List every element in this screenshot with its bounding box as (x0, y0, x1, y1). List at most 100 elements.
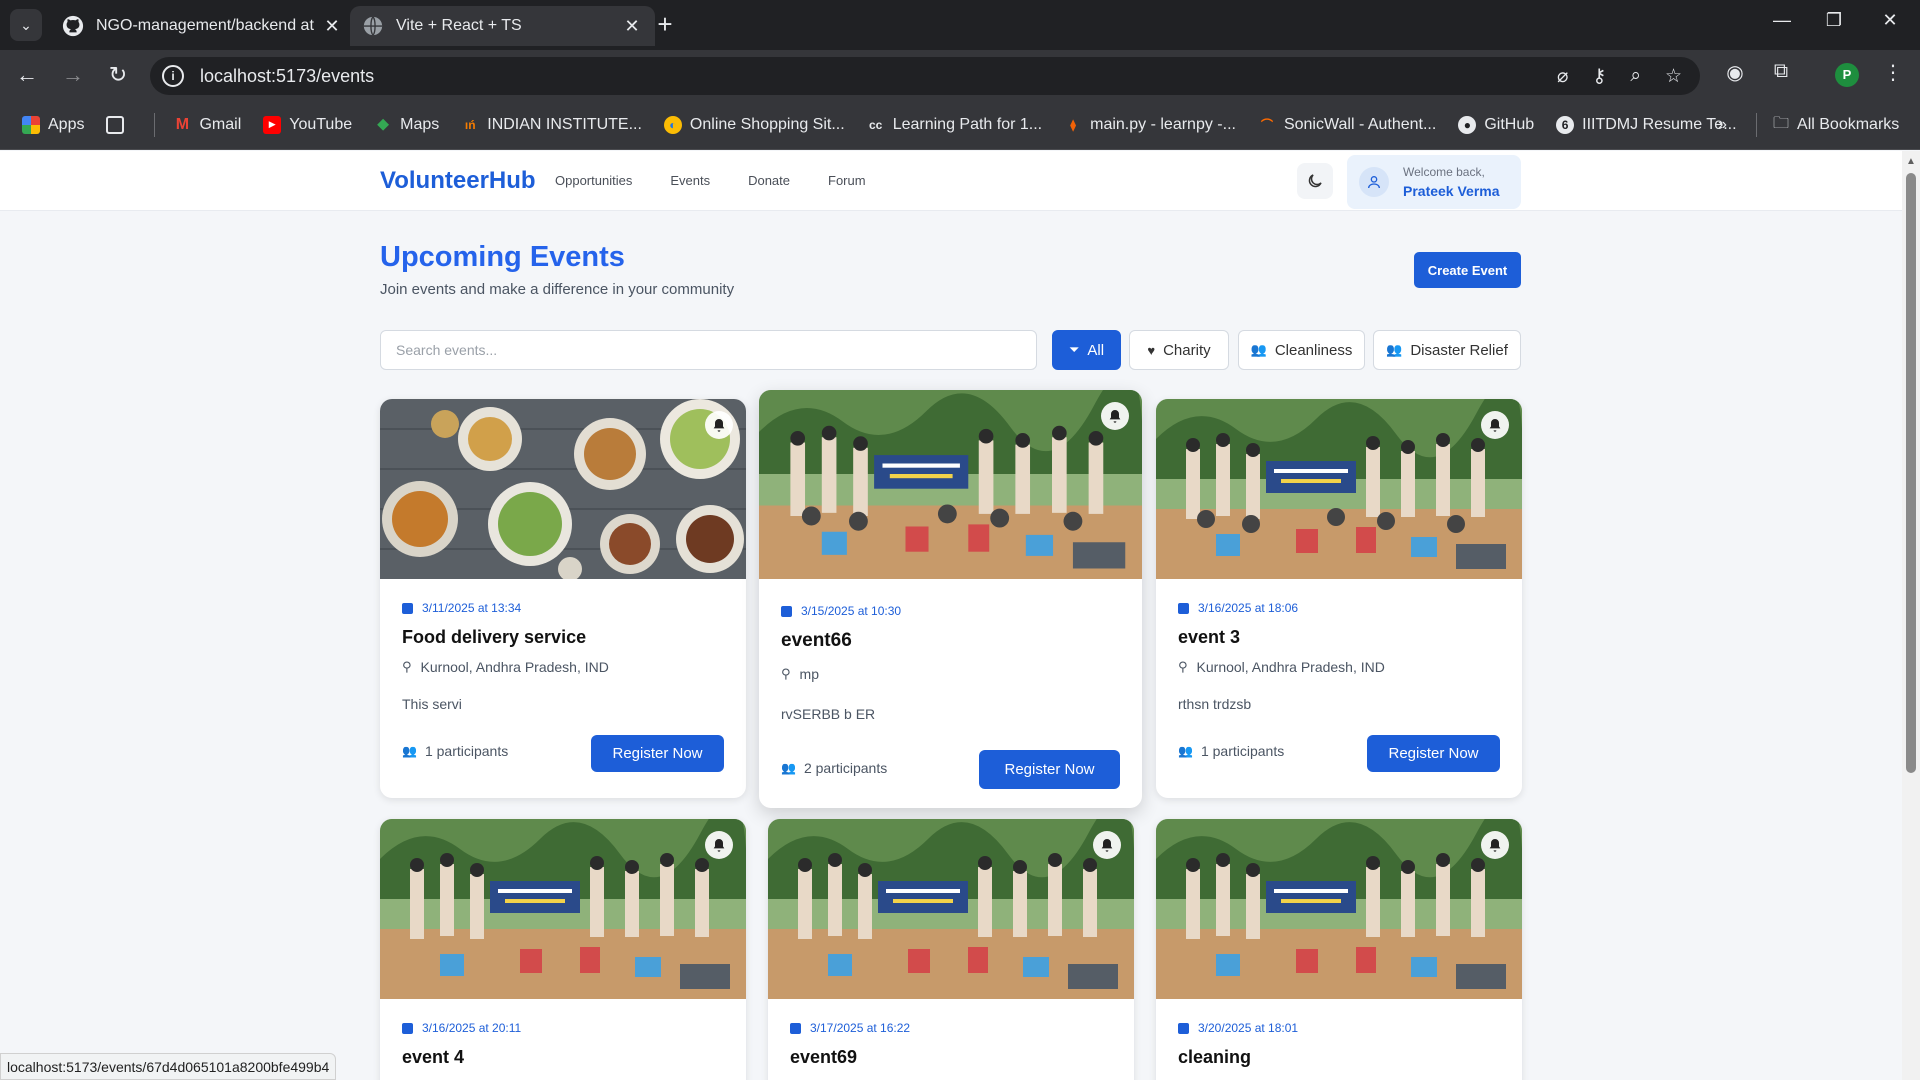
event-card[interactable]: 3/11/2025 at 13:34 Food delivery service… (380, 399, 746, 798)
address-bar[interactable]: i localhost:5173/events ⌀ ⚷ ⌕ ☆ (150, 57, 1700, 95)
event-card[interactable]: 3/15/2025 at 10:30 event66 ⚲ mp rvSERBB b… (759, 390, 1142, 808)
users-icon: 👥 (402, 744, 417, 758)
close-tab-icon[interactable]: ✕ (321, 16, 343, 37)
event-card[interactable]: 3/17/2025 at 16:22 event69 (768, 819, 1134, 1080)
extensions-icon[interactable]: ⧉ (1766, 60, 1796, 83)
bookmark-institute[interactable]: ıń INDIAN INSTITUTE... (461, 116, 642, 134)
calendar-icon (1178, 1022, 1189, 1034)
new-tab-button[interactable]: + (650, 10, 680, 40)
calendar-icon (781, 605, 792, 617)
bell-icon[interactable] (1101, 402, 1129, 430)
url-text: localhost:5173/events (200, 65, 375, 86)
scroll-thumb[interactable] (1906, 173, 1916, 773)
forward-arrow-icon[interactable]: → (58, 60, 88, 90)
menu-kebab-icon[interactable]: ⋮ (1878, 60, 1908, 85)
event-image-food (380, 399, 746, 579)
bookmark-label: Online Shopping Sit... (689, 115, 845, 133)
event-location-text: mp (799, 666, 819, 682)
close-window-icon[interactable]: ✕ (1870, 10, 1910, 31)
event-date: 3/16/2025 at 18:06 (1178, 601, 1298, 615)
all-bookmarks-label: All Bookmarks (1797, 116, 1900, 133)
location-off-icon[interactable]: ⌀ (1557, 65, 1568, 88)
bookmark-label: SonicWall - Authent... (1283, 115, 1437, 133)
close-tab-icon[interactable]: ✕ (621, 16, 643, 37)
bookmark-label: Gmail (199, 115, 242, 133)
maps-icon: ⬥ (377, 115, 389, 133)
event-description: rthsn trdzsb (1178, 696, 1252, 712)
filter-charity-button[interactable]: ♥ Charity (1129, 330, 1229, 370)
bell-icon[interactable] (1093, 831, 1121, 859)
bookmark-apps[interactable]: Apps (22, 115, 84, 134)
filter-cleanliness-button[interactable]: 👥 Cleanliness (1238, 330, 1365, 370)
map-pin-icon: ⚲ (402, 659, 412, 674)
bookmark-github[interactable]: ● GitHub (1458, 115, 1534, 134)
more-bookmarks-chevron-icon[interactable]: » (1718, 100, 1727, 150)
bell-icon[interactable] (705, 411, 733, 439)
event-card[interactable]: 3/16/2025 at 20:11 event 4 (380, 819, 746, 1080)
github-icon: ● (1458, 115, 1477, 134)
event-card[interactable]: 3/16/2025 at 18:06 event 3 ⚲ Kurnool, And… (1156, 399, 1522, 798)
event-title: event 4 (402, 1047, 465, 1067)
bookmark-label: Learning Path for 1... (892, 115, 1043, 133)
bookmark-grid[interactable] (106, 115, 132, 134)
search-input[interactable] (380, 330, 1037, 370)
logo[interactable]: VolunteerHub (380, 167, 536, 195)
nav-opportunities[interactable]: Opportunities (555, 173, 632, 188)
event-card[interactable]: 3/20/2025 at 18:01 cleaning (1156, 819, 1522, 1080)
register-now-button[interactable]: Register Now (979, 750, 1120, 789)
filter-icon: ⏷ (1068, 342, 1080, 357)
event-title: event69 (790, 1047, 858, 1067)
key-icon[interactable]: ⚷ (1592, 65, 1606, 88)
zoom-icon[interactable]: ⌕ (1630, 65, 1641, 88)
bookmark-shopping[interactable]: ◐ Online Shopping Sit... (663, 115, 845, 134)
page-content: VolunteerHub Opportunities Events Donate… (0, 151, 1902, 1080)
browser-tab-vite[interactable]: Vite + React + TS ✕ (350, 6, 655, 46)
bookmark-resume[interactable]: 6 IIITDMJ Resume Te... (1556, 115, 1737, 134)
event-date: 3/20/2025 at 18:01 (1178, 1021, 1298, 1035)
bookmarks-bar: Apps M Gmail ▶ YouTube ⬥ Maps ıń INDIAN … (0, 100, 1920, 150)
bell-icon[interactable] (1481, 831, 1509, 859)
bookmark-star-icon[interactable]: ☆ (1665, 65, 1682, 88)
filter-disaster-relief-button[interactable]: 👥 Disaster Relief (1373, 330, 1521, 370)
replit-icon: ⧫ (1070, 117, 1077, 132)
bookmark-sonicwall[interactable]: ⌒ SonicWall - Authent... (1258, 116, 1436, 134)
bookmark-learning[interactable]: cc Learning Path for 1... (867, 116, 1042, 134)
tab-title: Vite + React + TS (396, 17, 522, 34)
screenshot-camera-icon[interactable]: ◉ (1720, 60, 1750, 85)
bookmark-label: YouTube (289, 115, 353, 133)
profile-avatar[interactable]: P (1835, 63, 1859, 87)
nav-events[interactable]: Events (670, 173, 710, 188)
event-image-camp (1156, 819, 1522, 999)
bookmark-label: IIITDMJ Resume Te... (1582, 115, 1737, 133)
nav-forum[interactable]: Forum (828, 173, 866, 188)
bookmark-maps[interactable]: ⬥ Maps (374, 115, 440, 134)
restore-icon[interactable]: ❐ (1814, 10, 1854, 31)
calendar-icon (402, 602, 413, 614)
site-info-icon[interactable]: i (162, 65, 184, 87)
tab-title: NGO-management/backend at (96, 17, 314, 34)
tab-search-chevron-icon[interactable]: ⌄ (10, 9, 42, 41)
event-location: ⚲ mp (781, 666, 819, 682)
youtube-icon: ▶ (263, 115, 282, 134)
theme-toggle-button[interactable] (1297, 163, 1333, 199)
register-now-button[interactable]: Register Now (591, 735, 724, 772)
register-now-button[interactable]: Register Now (1367, 735, 1500, 772)
browser-tab-github[interactable]: NGO-management/backend at ✕ (50, 6, 355, 46)
bell-icon[interactable] (1481, 411, 1509, 439)
scroll-up-arrow-icon[interactable]: ▲ (1906, 156, 1916, 167)
bookmark-youtube[interactable]: ▶ YouTube (263, 115, 353, 134)
event-date-text: 3/17/2025 at 16:22 (810, 1021, 911, 1035)
bell-icon[interactable] (705, 831, 733, 859)
event-description: rvSERBB b ER (781, 706, 876, 722)
page-scrollbar[interactable]: ▲ (1902, 151, 1920, 1080)
user-menu[interactable]: Welcome back, Prateek Verma (1347, 155, 1521, 209)
bookmark-gmail[interactable]: M Gmail (173, 116, 241, 134)
create-event-button[interactable]: Create Event (1414, 252, 1521, 288)
minimize-icon[interactable]: — (1762, 10, 1802, 31)
filter-all-button[interactable]: ⏷ All (1052, 330, 1121, 370)
bookmark-replit[interactable]: ⧫ main.py - learnpy -... (1064, 116, 1236, 134)
back-arrow-icon[interactable]: ← (12, 60, 42, 90)
all-bookmarks[interactable]: 🗀 All Bookmarks (1756, 100, 1899, 150)
nav-donate[interactable]: Donate (748, 173, 790, 188)
reload-icon[interactable]: ↻ (103, 60, 133, 90)
